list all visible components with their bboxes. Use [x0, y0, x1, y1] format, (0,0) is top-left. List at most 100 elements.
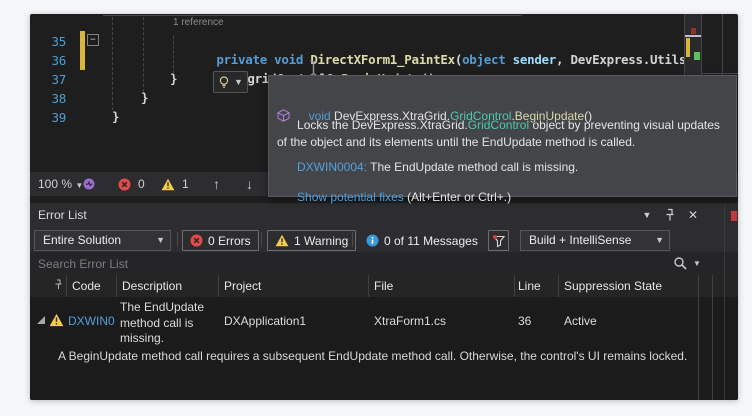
zoom-level-value: 100 %	[38, 177, 73, 191]
search-options-chevron-icon[interactable]: ▼	[693, 259, 701, 268]
row-expander-icon[interactable]	[37, 316, 45, 324]
filter-button[interactable]	[488, 230, 509, 251]
column-header-description[interactable]: Description	[122, 275, 182, 297]
column-header-line[interactable]: Line	[518, 275, 541, 297]
closing-brace: }	[112, 109, 120, 124]
row-detail-text: A BeginUpdate method call requires a sub…	[58, 349, 688, 363]
health-purple-icon	[82, 177, 96, 191]
diagnostic-code: DXWIN0004:	[297, 160, 368, 174]
column-separator	[698, 275, 699, 400]
code-text: , DevExpress.Utils.	[556, 52, 694, 67]
toolbar-separator	[352, 232, 353, 247]
editor-top-divider	[103, 15, 522, 16]
warning-triangle-icon	[161, 178, 175, 191]
line-number: 36	[51, 53, 67, 68]
keyword-object: object	[462, 52, 513, 67]
close-icon[interactable]: ✕	[685, 203, 701, 227]
search-icon[interactable]	[673, 256, 688, 271]
show-potential-fixes-link[interactable]: Show potential fixes	[297, 190, 404, 204]
row-file: XtraForm1.cs	[374, 314, 447, 328]
column-separator	[368, 275, 369, 297]
closing-brace: }	[141, 90, 149, 105]
column-header-file[interactable]: File	[374, 275, 393, 297]
scrollbar-saved-marker	[694, 52, 700, 60]
collapse-region-button[interactable]: −	[87, 34, 99, 46]
column-separator	[712, 275, 713, 400]
code-lens-references[interactable]: 1 reference	[173, 17, 224, 28]
chevron-down-icon: ▼	[655, 235, 664, 245]
code-line-36[interactable]: gridControl1.BeginUpdate();	[204, 50, 442, 86]
column-header-suppression-state[interactable]: Suppression State	[564, 275, 662, 297]
next-issue-button[interactable]: ↓	[246, 172, 253, 196]
code-line-39[interactable]: }	[112, 107, 120, 126]
zoom-level-select[interactable]: 100 % ▼	[38, 172, 83, 196]
toolbar-separator	[177, 232, 178, 247]
scope-dropdown-value: Entire Solution	[43, 233, 122, 247]
previous-issue-button[interactable]: ↑	[213, 172, 220, 196]
description-namespace: DevExpress.XtraGrid.	[351, 118, 468, 132]
editor-right-hline	[702, 73, 738, 74]
error-list-search-row: ▼	[30, 252, 738, 275]
toolbar-separator	[261, 232, 262, 247]
column-header-project[interactable]: Project	[224, 275, 261, 297]
error-circle-icon	[190, 234, 203, 247]
error-list-toolbar: Entire Solution ▼ 0 Errors 1 Warning 0 o…	[30, 227, 738, 252]
column-header-code[interactable]: Code	[72, 275, 101, 297]
line-number: 35	[51, 34, 67, 49]
filter-funnel-icon	[492, 234, 506, 248]
row-line: 36	[518, 314, 532, 328]
indent-guide	[143, 17, 144, 92]
filter-mode-value: Build + IntelliSense	[529, 233, 632, 247]
errors-filter-toggle[interactable]: 0 Errors	[182, 230, 259, 251]
scrollbar-caret-marker	[685, 35, 701, 37]
code-line-37[interactable]: }	[170, 69, 178, 88]
line-number: 38	[51, 91, 67, 106]
warning-count: 1	[182, 177, 189, 191]
scope-dropdown[interactable]: Entire Solution ▼	[34, 230, 171, 251]
column-separator	[66, 275, 67, 297]
warning-triangle-icon	[275, 234, 289, 247]
row-description: The EndUpdate method call is missing.	[120, 300, 205, 345]
code-health-indicator[interactable]	[82, 177, 96, 191]
punctuation: (	[454, 52, 463, 67]
chevron-down-icon: ▼	[234, 77, 243, 87]
scrollbar-modified-marker	[686, 38, 690, 57]
error-list-panel: Error List ▼ ✕ Entire Solution ▼ 0 Error…	[30, 203, 738, 400]
window-position-menu-button[interactable]: ▼	[639, 203, 655, 227]
messages-filter-label: 0 of 11 Messages	[384, 233, 478, 248]
warnings-indicator[interactable]: 1	[161, 177, 189, 191]
error-list-scrollbar[interactable]	[724, 203, 725, 400]
line-number: 37	[51, 72, 67, 87]
modified-lines-indicator	[80, 31, 85, 70]
closing-brace: }	[170, 71, 178, 86]
row-suppression-state: Active	[564, 314, 597, 328]
errors-filter-label: 0 Errors	[208, 233, 251, 248]
tooltip-fixes: Show potential fixes (Alt+Enter or Ctrl+…	[277, 176, 511, 218]
lightbulb-icon	[218, 75, 230, 89]
warnings-filter-toggle[interactable]: 1 Warning	[267, 230, 357, 251]
warning-triangle-icon	[49, 313, 64, 327]
search-input[interactable]	[30, 252, 660, 275]
indent-guide	[112, 17, 113, 110]
quick-actions-lightbulb-button[interactable]: ▼	[213, 71, 248, 93]
messages-filter-toggle[interactable]: 0 of 11 Messages	[358, 230, 486, 251]
description-text: Locks the	[297, 118, 352, 132]
code-line-35[interactable]: private void DirectXForm1_PaintEx(object…	[173, 31, 693, 67]
column-separator	[558, 275, 559, 297]
error-count: 0	[138, 177, 145, 191]
row-code[interactable]: DXWIN0004	[68, 314, 115, 328]
chevron-down-icon: ▼	[156, 235, 165, 245]
error-circle-icon	[118, 178, 131, 191]
column-separator	[116, 275, 117, 297]
line-number: 39	[51, 110, 67, 125]
filter-mode-dropdown[interactable]: Build + IntelliSense ▼	[520, 230, 670, 251]
panel-title: Error List	[38, 208, 87, 222]
visual-studio-window: 35 36 37 38 39 − 1 reference private voi…	[30, 14, 738, 400]
errors-indicator[interactable]: 0	[118, 177, 145, 191]
pin-icon[interactable]	[662, 203, 678, 227]
code-line-38[interactable]: }	[141, 88, 149, 107]
info-circle-icon	[366, 234, 379, 247]
column-separator	[514, 275, 515, 297]
error-list-table-header: Code Description Project File Line Suppr…	[30, 275, 738, 297]
fix-shortcut-text: (Alt+Enter or Ctrl+.)	[403, 190, 512, 204]
